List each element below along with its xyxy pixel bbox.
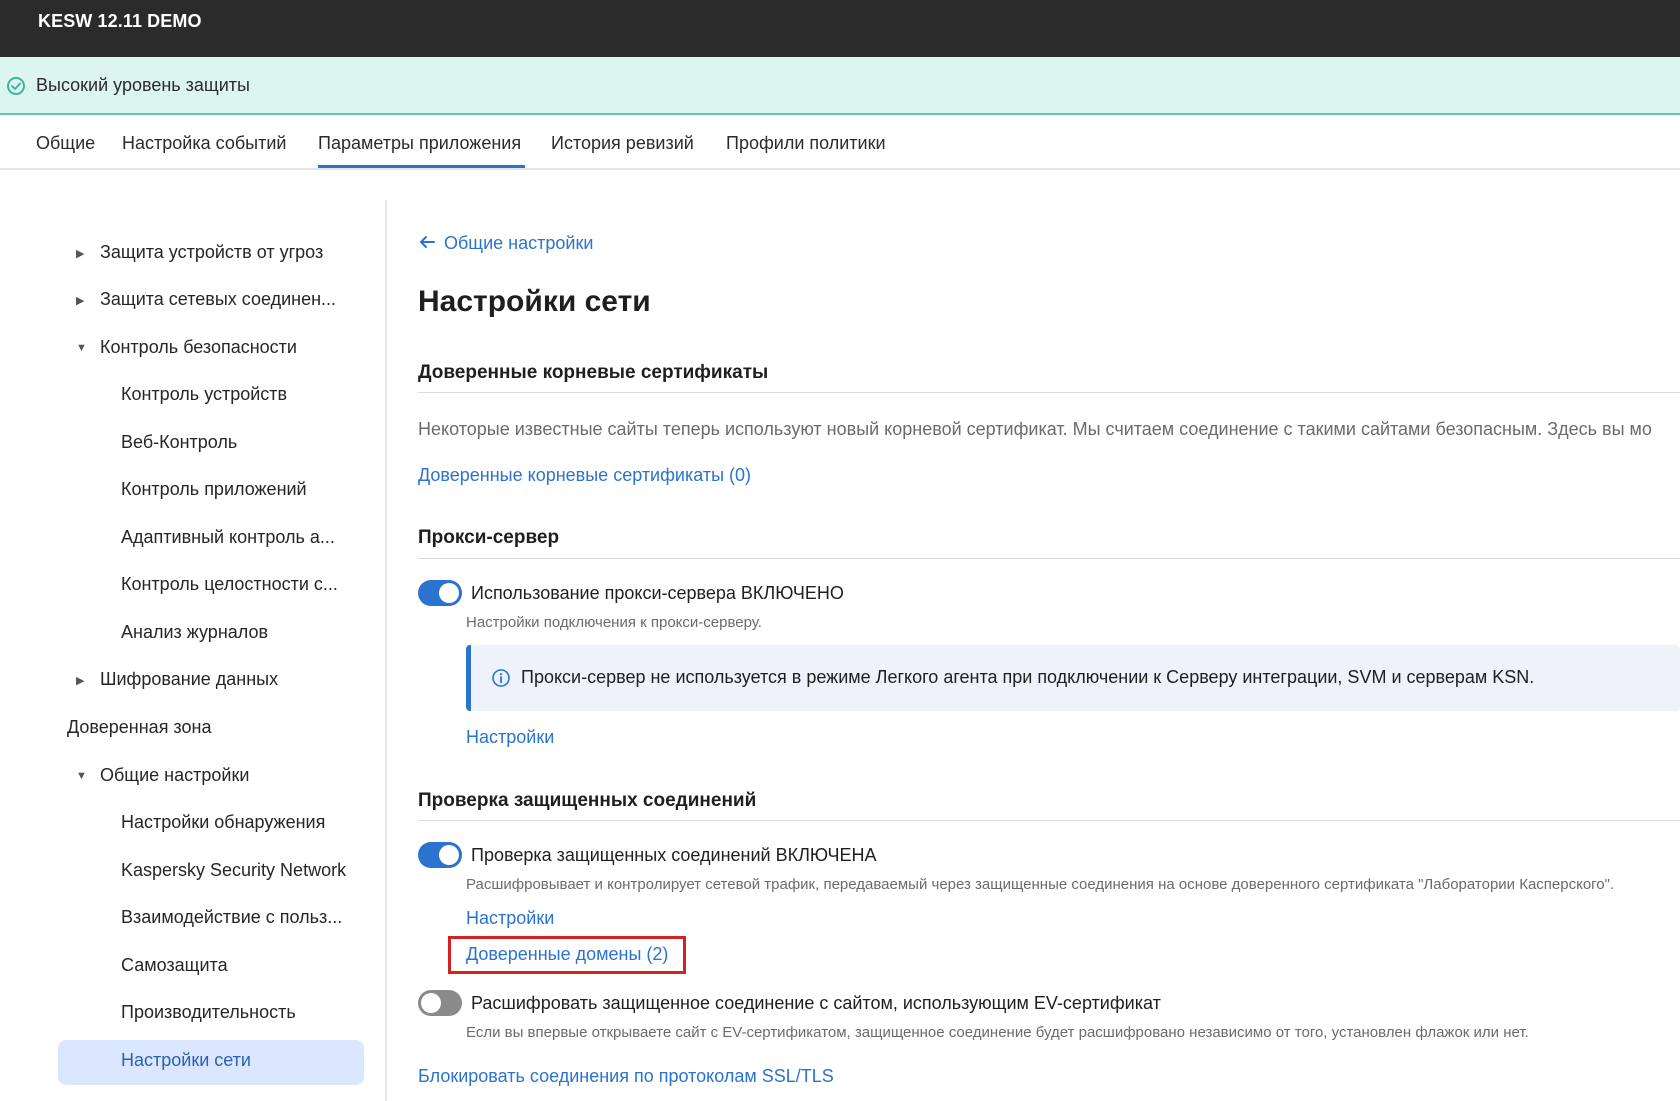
back-link-general-settings[interactable]: Общие настройки: [444, 233, 593, 254]
collapse-arrow-icon[interactable]: ▼: [76, 342, 87, 354]
tab-general[interactable]: Общие: [36, 133, 95, 154]
expand-arrow-icon[interactable]: ▶: [76, 294, 84, 307]
root-certs-description: Некоторые известные сайты теперь использ…: [418, 419, 1652, 439]
sidebar-item-ksn[interactable]: Kaspersky Security Network: [121, 860, 346, 881]
sidebar-item-network-settings[interactable]: Настройки сети: [121, 1050, 251, 1071]
app-title: KESW 12.11 DEMO: [38, 11, 202, 31]
sidebar-item-network-protection[interactable]: Защита сетевых соединен...: [100, 289, 336, 310]
tab-revision-history[interactable]: История ревизий: [551, 133, 694, 154]
section-divider: [418, 820, 1680, 821]
ev-cert-hint: Если вы впервые открываете сайт с EV-сер…: [466, 1024, 1529, 1041]
secure-conn-toggle[interactable]: [418, 842, 462, 868]
sidebar-item-performance[interactable]: Производительность: [121, 1002, 296, 1023]
ev-cert-toggle-label: Расшифровать защищенное соединение с сай…: [471, 993, 1161, 1013]
section-heading-secure-connections: Проверка защищенных соединений: [418, 790, 757, 811]
toggle-knob: [439, 845, 459, 865]
tab-policy-profiles[interactable]: Профили политики: [726, 133, 886, 154]
collapse-arrow-icon[interactable]: ▼: [76, 770, 87, 782]
proxy-toggle-label: Использование прокси-сервера ВКЛЮЧЕНО: [471, 583, 844, 603]
secure-conn-settings-link[interactable]: Настройки: [466, 908, 554, 929]
secure-conn-hint: Расшифровывает и контролирует сетевой тр…: [466, 876, 1615, 893]
sidebar-item-web-control[interactable]: Веб-Контроль: [121, 432, 237, 453]
title-bar: KESW 12.11 DEMO: [0, 0, 1680, 57]
proxy-info-text: Прокси-сервер не используется в режиме Л…: [521, 667, 1535, 687]
sidebar-item-security-control[interactable]: Контроль безопасности: [100, 337, 297, 358]
sidebar-item-general-settings[interactable]: Общие настройки: [100, 765, 249, 786]
sidebar-item-trusted-zone[interactable]: Доверенная зона: [67, 717, 211, 738]
section-heading-proxy: Прокси-сервер: [418, 527, 560, 548]
protection-status-text: Высокий уровень защиты: [36, 75, 250, 95]
sidebar-item-data-encryption[interactable]: Шифрование данных: [100, 669, 278, 690]
check-circle-icon: [7, 77, 25, 95]
tab-app-settings[interactable]: Параметры приложения: [318, 133, 521, 154]
secure-conn-toggle-label: Проверка защищенных соединений ВКЛЮЧЕНА: [471, 845, 877, 865]
protection-status-banner: Высокий уровень защиты: [0, 57, 1680, 115]
tab-event-settings[interactable]: Настройка событий: [122, 133, 286, 154]
sidebar-item-user-interaction[interactable]: Взаимодействие с польз...: [121, 907, 342, 928]
sidebar-item-threat-protection[interactable]: Защита устройств от угроз: [100, 242, 323, 263]
toggle-knob: [439, 583, 459, 603]
sidebar-item-integrity-control[interactable]: Контроль целостности с...: [121, 574, 338, 595]
proxy-info-box: Прокси-сервер не используется в режиме Л…: [466, 645, 1680, 711]
trusted-root-certs-link[interactable]: Доверенные корневые сертификаты (0): [418, 465, 751, 486]
proxy-settings-link[interactable]: Настройки: [466, 727, 554, 748]
expand-arrow-icon[interactable]: ▶: [76, 247, 84, 260]
sidebar-item-self-defense[interactable]: Самозащита: [121, 955, 228, 976]
toggle-knob: [421, 993, 441, 1013]
sidebar-item-detection-settings[interactable]: Настройки обнаружения: [121, 812, 325, 833]
sidebar-item-adaptive-control[interactable]: Адаптивный контроль а...: [121, 527, 335, 548]
section-divider: [418, 392, 1680, 393]
policy-tabs: Общие Настройка событий Параметры прилож…: [0, 117, 1680, 170]
sidebar-item-app-control[interactable]: Контроль приложений: [121, 479, 307, 500]
proxy-toggle[interactable]: [418, 580, 462, 606]
expand-arrow-icon[interactable]: ▶: [76, 674, 84, 687]
sidebar-item-device-control[interactable]: Контроль устройств: [121, 384, 287, 405]
arrow-left-icon[interactable]: [418, 233, 436, 251]
proxy-hint: Настройки подключения к прокси-серверу.: [466, 614, 762, 631]
page-title: Настройки сети: [418, 285, 651, 318]
ev-cert-toggle[interactable]: [418, 990, 462, 1016]
block-ssl-tls-link[interactable]: Блокировать соединения по протоколам SSL…: [418, 1066, 834, 1087]
active-tab-indicator: [318, 165, 525, 168]
info-circle-icon: [492, 669, 510, 687]
sidebar-item-log-analysis[interactable]: Анализ журналов: [121, 622, 268, 643]
section-divider: [418, 558, 1680, 559]
sidebar-divider: [385, 200, 387, 1101]
section-heading-root-certs: Доверенные корневые сертификаты: [418, 362, 769, 383]
trusted-domains-link[interactable]: Доверенные домены (2): [466, 944, 668, 965]
